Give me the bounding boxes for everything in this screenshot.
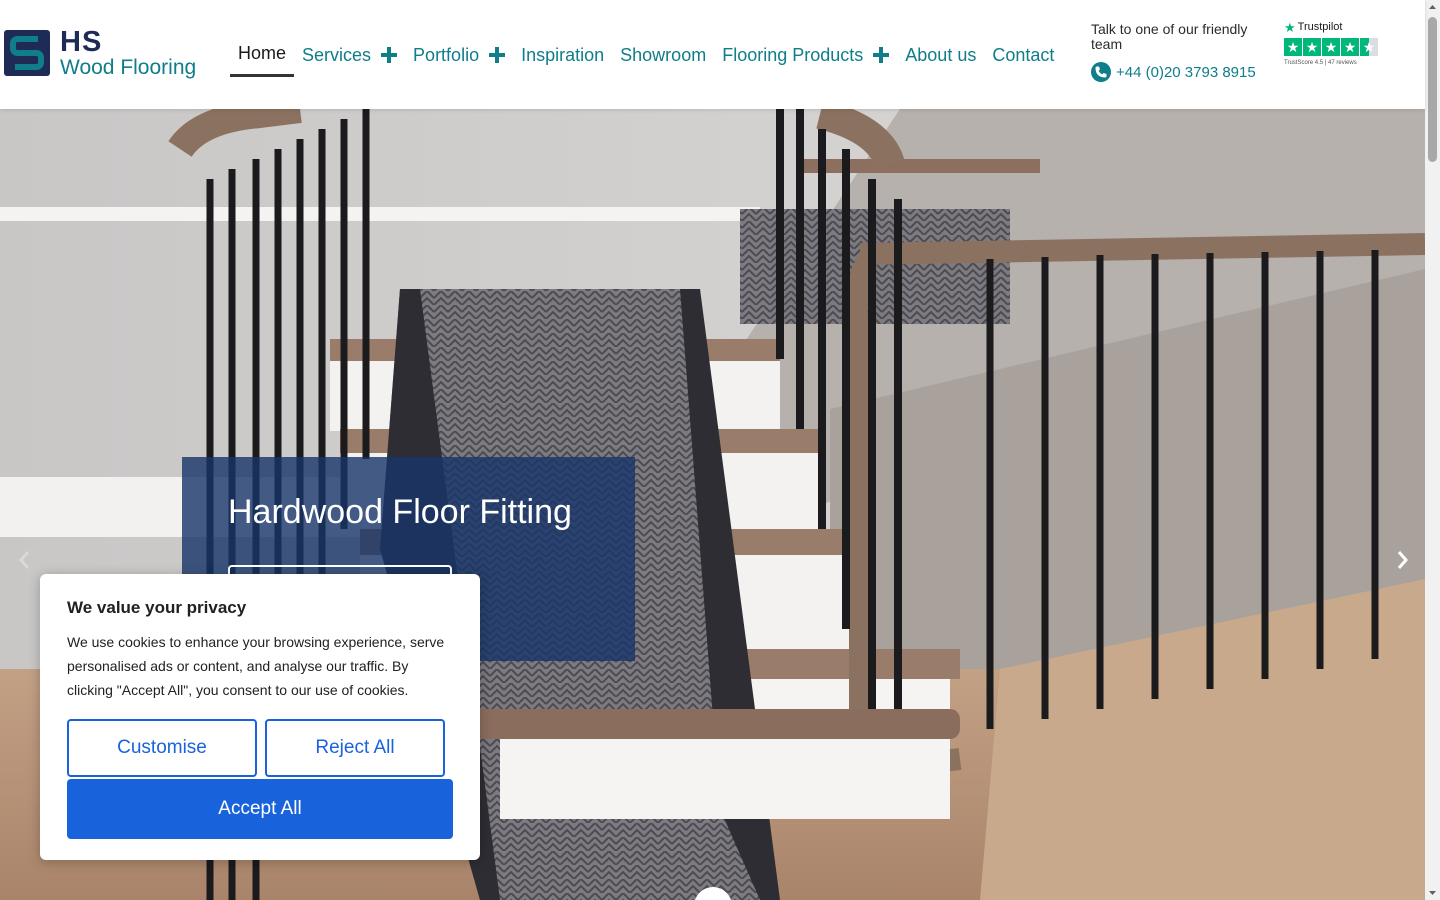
plus-icon[interactable]	[873, 47, 890, 63]
scrollbar-thumb[interactable]	[1428, 17, 1437, 162]
trustpilot-brand: Trustpilot	[1297, 21, 1343, 33]
nav-item-home[interactable]: Home	[230, 33, 295, 77]
star-icon: ★	[1322, 38, 1340, 56]
star-icon: ★	[1303, 38, 1321, 56]
trustpilot-score: TrustScore 4.5 | 47 reviews	[1284, 60, 1357, 66]
chevron-right-icon[interactable]	[1387, 547, 1417, 573]
cookie-description: We use cookies to enhance your browsing …	[67, 634, 445, 698]
site-header: HS Wood Flooring Home Services Portfolio…	[0, 0, 1425, 109]
main-nav: Home Services Portfolio Inspiration Show…	[230, 33, 1062, 79]
scroll-up-arrow-icon[interactable]	[1425, 0, 1440, 15]
site-logo[interactable]: HS Wood Flooring	[4, 26, 214, 80]
cookie-consent-banner: We value your privacy We use cookies to …	[40, 574, 480, 860]
trustpilot-rating-stars: ★ ★ ★ ★ ★	[1284, 38, 1384, 56]
nav-item-about-us[interactable]: About us	[897, 33, 984, 77]
nav-label: Home	[238, 43, 287, 63]
logo-mark-icon	[4, 30, 50, 76]
phone-number: +44 (0)20 3793 8915	[1116, 63, 1256, 81]
logo-text-wood-flooring: Wood Flooring	[60, 56, 197, 79]
nav-label: About us	[905, 44, 977, 65]
trustpilot-header: ★ Trustpilot	[1284, 20, 1384, 34]
plus-icon[interactable]	[489, 47, 506, 63]
half-star-icon: ★	[1360, 38, 1378, 56]
nav-label: Inspiration	[521, 44, 605, 65]
nav-label: Contact	[992, 44, 1055, 65]
nav-item-contact[interactable]: Contact	[984, 33, 1062, 77]
phone-icon	[1091, 62, 1111, 82]
nav-label: Flooring Products	[722, 44, 864, 65]
accept-all-button[interactable]: Accept All	[67, 779, 453, 839]
nav-label: Portfolio	[413, 44, 480, 65]
logo-text-hs: HS	[60, 26, 103, 58]
star-icon: ★	[1341, 38, 1359, 56]
star-icon: ★	[1284, 38, 1302, 56]
chevron-left-icon[interactable]	[10, 547, 40, 573]
nav-item-showroom[interactable]: Showroom	[612, 33, 714, 77]
nav-label: Showroom	[620, 44, 707, 65]
nav-label: Services	[302, 44, 372, 65]
scroll-down-arrow-icon[interactable]	[1425, 885, 1440, 900]
plus-icon[interactable]	[381, 47, 398, 63]
customise-button[interactable]: Customise	[67, 719, 257, 777]
page-scrollbar[interactable]	[1425, 0, 1440, 900]
nav-item-flooring-products[interactable]: Flooring Products	[714, 33, 897, 77]
contact-tagline: Talk to one of our friendly team	[1091, 21, 1248, 52]
trustpilot-widget[interactable]: ★ Trustpilot ★ ★ ★ ★ ★ TrustScore 4.5 | …	[1284, 20, 1384, 72]
nav-item-inspiration[interactable]: Inspiration	[513, 33, 612, 77]
cookie-title: We value your privacy	[67, 598, 247, 617]
phone-link[interactable]: +44 (0)20 3793 8915	[1091, 62, 1256, 82]
trustpilot-star-icon: ★	[1284, 19, 1296, 35]
nav-item-services[interactable]: Services	[294, 33, 405, 77]
nav-item-portfolio[interactable]: Portfolio	[405, 33, 513, 77]
slide-title: Hardwood Floor Fitting	[228, 493, 572, 531]
reject-all-button[interactable]: Reject All	[265, 719, 445, 777]
